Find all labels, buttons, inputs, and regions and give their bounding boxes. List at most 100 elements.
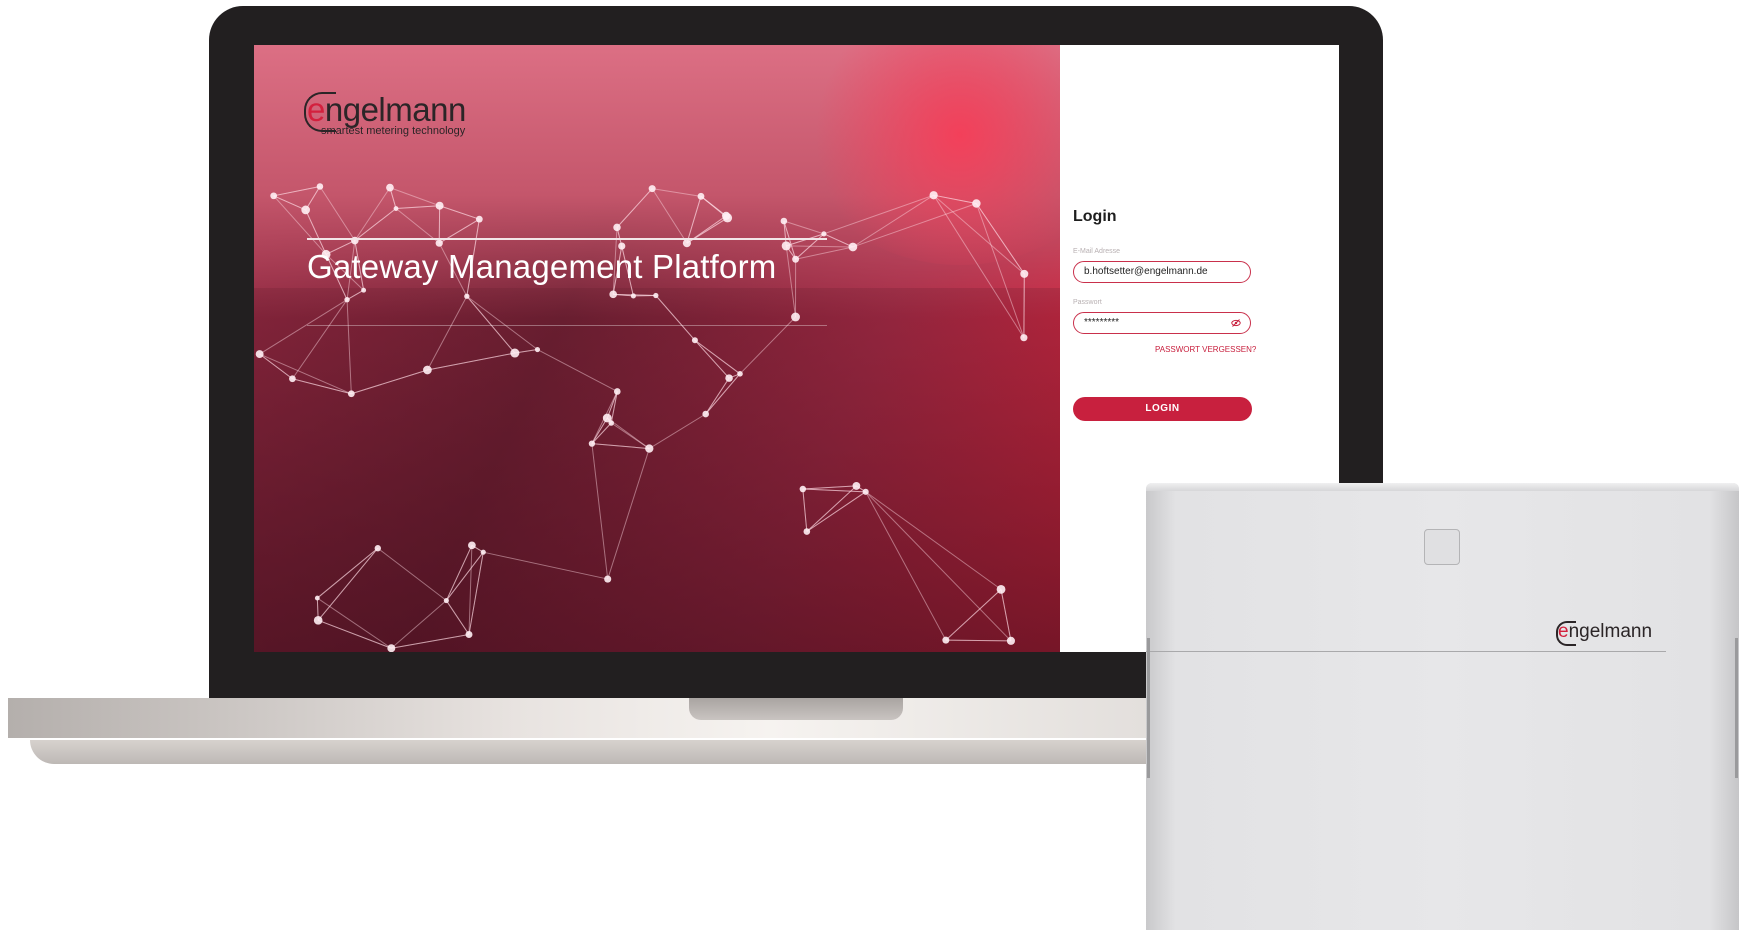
- network-line: [705, 373, 741, 415]
- network-line: [649, 413, 706, 449]
- network-line: [483, 551, 608, 580]
- device-side-groove-right: [1735, 638, 1738, 778]
- laptop-base: [8, 698, 1278, 738]
- network-line: [806, 491, 866, 532]
- network-node: [862, 488, 869, 495]
- laptop-base-edge: [30, 740, 1260, 764]
- network-node: [464, 293, 470, 299]
- network-node: [722, 213, 733, 223]
- network-node: [387, 644, 396, 652]
- network-line: [610, 391, 618, 424]
- network-node: [682, 239, 691, 248]
- network-node: [697, 192, 705, 200]
- network-node: [314, 595, 320, 601]
- network-node: [347, 390, 355, 398]
- network-node: [443, 597, 449, 604]
- network-node: [301, 205, 311, 215]
- network-line: [395, 205, 440, 210]
- network-line: [391, 634, 470, 649]
- network-node: [510, 348, 520, 358]
- network-line: [427, 352, 515, 371]
- network-node: [423, 365, 432, 375]
- network-line: [705, 377, 730, 415]
- platform-title: Gateway Management Platform: [307, 248, 777, 285]
- brand-logo-wordmark: engelmann: [304, 92, 466, 132]
- network-line: [975, 203, 1025, 338]
- network-line: [316, 547, 379, 599]
- network-line: [537, 349, 618, 392]
- network-node: [435, 201, 444, 210]
- gateway-device: engelmann: [1146, 483, 1739, 930]
- login-button[interactable]: LOGIN: [1073, 397, 1252, 421]
- network-line: [291, 299, 348, 380]
- device-logo: engelmann: [1556, 621, 1652, 646]
- network-node: [613, 388, 621, 395]
- device-side-groove-left: [1147, 638, 1150, 778]
- laptop-notch: [689, 698, 903, 720]
- network-node: [374, 545, 381, 552]
- network-line: [445, 545, 473, 601]
- network-line: [445, 600, 470, 635]
- forgot-password-link[interactable]: PASSWORT VERGESSEN?: [1155, 345, 1256, 354]
- network-line: [273, 195, 306, 211]
- network-line: [439, 205, 480, 220]
- network-node: [791, 312, 800, 322]
- logo-ring-icon: [304, 92, 336, 132]
- network-line: [346, 299, 352, 394]
- network-line: [426, 296, 468, 371]
- login-heading: Login: [1073, 208, 1117, 225]
- hero-panel: engelmann smartest metering technology G…: [254, 45, 1060, 652]
- network-node: [799, 485, 807, 493]
- network-node: [468, 541, 476, 550]
- network-node: [653, 292, 659, 299]
- network-node: [270, 192, 278, 200]
- network-node: [604, 575, 612, 583]
- network-node: [1020, 334, 1028, 342]
- network-line: [351, 369, 428, 395]
- network-line: [377, 547, 447, 601]
- network-line: [607, 448, 650, 580]
- network-line: [865, 491, 1012, 642]
- network-node: [972, 199, 981, 208]
- network-line: [655, 295, 696, 341]
- eye-slash-icon[interactable]: [1231, 318, 1241, 328]
- email-field[interactable]: b.hoftsetter@engelmann.de: [1073, 261, 1251, 283]
- device-logo-ring-icon: [1556, 621, 1576, 646]
- network-line: [317, 597, 392, 649]
- network-node: [393, 206, 399, 211]
- network-line: [852, 203, 977, 248]
- password-field[interactable]: *********: [1073, 312, 1251, 334]
- network-node: [821, 231, 827, 237]
- network-line: [783, 220, 825, 235]
- network-node: [344, 296, 350, 303]
- network-node: [465, 631, 473, 639]
- network-node: [386, 183, 394, 192]
- network-node: [475, 215, 483, 223]
- network-line: [317, 547, 379, 621]
- network-node: [702, 410, 709, 418]
- email-value: b.hoftsetter@engelmann.de: [1084, 266, 1208, 277]
- network-line: [823, 233, 854, 248]
- network-line: [591, 443, 650, 450]
- network-node: [480, 549, 486, 555]
- network-node: [361, 287, 367, 293]
- network-line: [802, 485, 857, 490]
- network-line: [354, 208, 397, 241]
- network-line: [346, 289, 364, 301]
- network-node: [645, 444, 654, 453]
- network-node: [1020, 269, 1029, 278]
- password-label: Passwort: [1073, 299, 1102, 306]
- network-line: [933, 194, 977, 205]
- password-value: *********: [1084, 317, 1120, 328]
- network-node: [613, 223, 621, 232]
- title-divider-lower: [307, 325, 827, 326]
- network-node: [792, 255, 800, 263]
- network-node: [1006, 636, 1015, 645]
- network-line: [273, 185, 321, 197]
- network-node: [929, 191, 938, 200]
- network-line: [273, 195, 327, 255]
- network-line: [865, 491, 947, 641]
- network-line: [795, 246, 853, 260]
- brand-tagline: smartest metering technology: [321, 125, 466, 137]
- network-line: [945, 589, 1002, 641]
